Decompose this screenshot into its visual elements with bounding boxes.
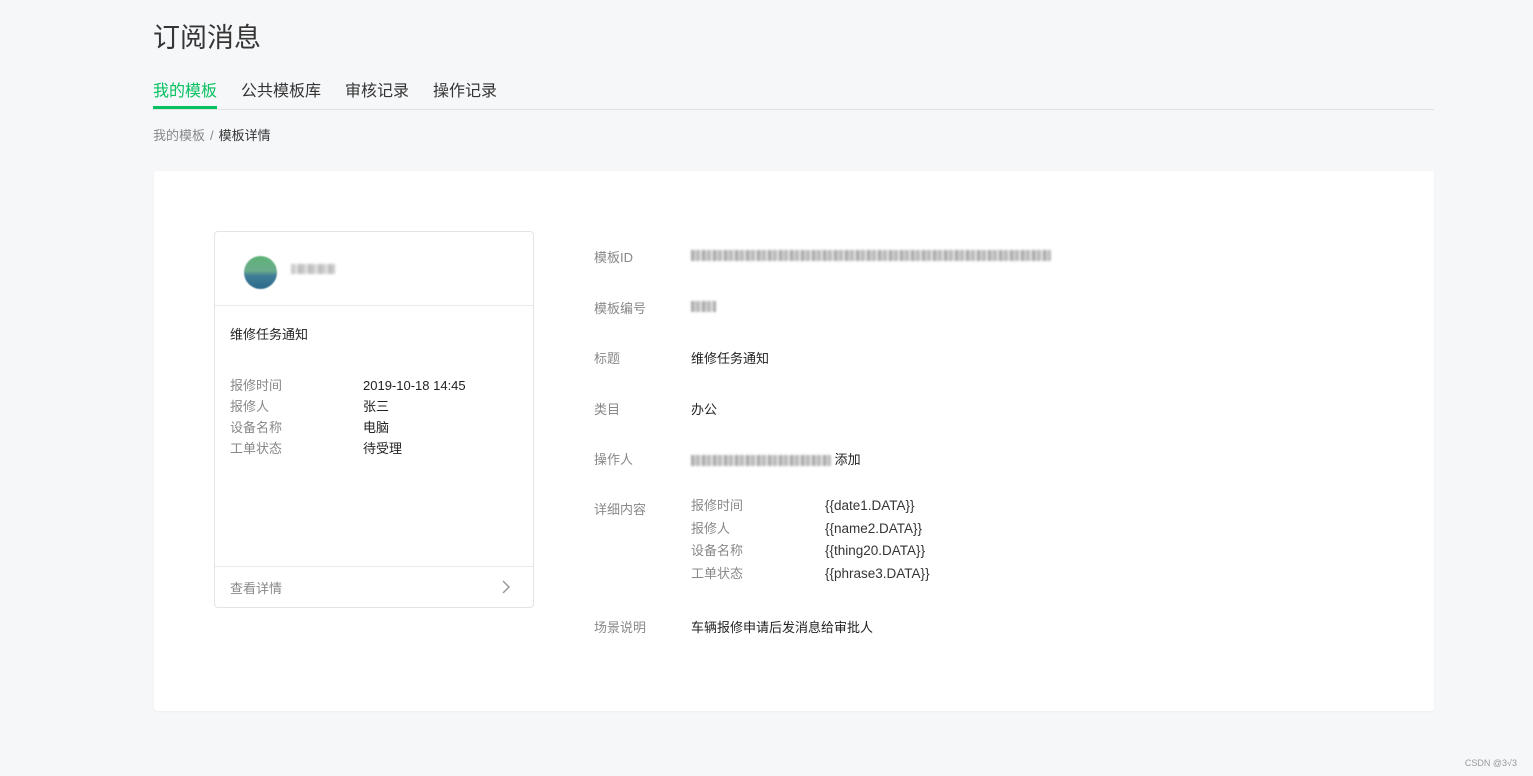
operator-label: 操作人 [594,452,634,467]
content-field-row: 设备名称 {{thing20.DATA}} [691,540,930,563]
tab-operation-records[interactable]: 操作记录 [433,80,497,109]
template-detail-card: 维修任务通知 报修时间 2019-10-18 14:45 报修人 张三 设备名称… [154,171,1434,711]
tab-my-templates[interactable]: 我的模板 [153,80,218,109]
avatar [244,256,277,289]
template-no-value-redacted [691,298,716,313]
breadcrumb-parent[interactable]: 我的模板 [153,128,205,143]
content-fields: 报修时间 {{date1.DATA}} 报修人 {{name2.DATA}} 设… [691,495,930,586]
breadcrumb-separator: / [210,128,214,143]
scene-label: 场景说明 [594,620,647,635]
view-detail-link[interactable]: 查看详情 [215,566,533,607]
scene-value: 车辆报修申请后发消息给审批人 [691,620,874,635]
operator-name-redacted [691,455,831,467]
preview-header [215,232,533,306]
title-label: 标题 [594,351,621,366]
page-title: 订阅消息 [153,23,261,53]
content-field-label: 报修时间 [691,498,744,513]
preview-field-value: 电脑 [363,420,390,435]
content-field-label: 工单状态 [691,566,744,582]
preview-field-value: 张三 [363,399,390,414]
operator-value: 添加 [691,449,861,468]
preview-field-label: 设备名称 [230,420,283,435]
content-field-value: {{name2.DATA}} [825,520,923,536]
tab-review-records[interactable]: 审核记录 [345,80,409,109]
content-field-value: {{date1.DATA}} [825,498,915,513]
breadcrumb: 我的模板 / 模板详情 [153,127,271,145]
content-field-row: 工单状态 {{phrase3.DATA}} [691,563,930,586]
category-value: 办公 [691,402,718,417]
view-detail-label: 查看详情 [230,581,283,596]
preview-field-label: 报修时间 [230,378,283,393]
preview-title: 维修任务通知 [230,327,309,342]
preview-field-row: 报修时间 2019-10-18 14:45 [230,375,520,396]
preview-field-label: 工单状态 [230,441,283,456]
template-id-label: 模板ID [594,250,634,265]
preview-field-value: 2019-10-18 14:45 [363,378,466,393]
content-field-row: 报修人 {{name2.DATA}} [691,518,930,541]
preview-field-label: 报修人 [230,399,270,414]
title-value: 维修任务通知 [691,351,770,366]
message-preview-card: 维修任务通知 报修时间 2019-10-18 14:45 报修人 张三 设备名称… [214,231,534,608]
tab-public-library[interactable]: 公共模板库 [241,80,321,109]
content-field-row: 报修时间 {{date1.DATA}} [691,495,930,518]
content-label: 详细内容 [594,502,647,517]
operator-suffix: 添加 [834,452,861,467]
tab-bar: 我的模板 公共模板库 审核记录 操作记录 [153,80,1434,110]
category-label: 类目 [594,402,621,417]
preview-fields: 报修时间 2019-10-18 14:45 报修人 张三 设备名称 电脑 工单状… [230,375,520,459]
preview-field-value: 待受理 [363,441,403,456]
preview-field-row: 报修人 张三 [230,396,520,417]
account-name-redacted [291,264,335,274]
preview-field-row: 工单状态 待受理 [230,438,520,459]
preview-field-row: 设备名称 电脑 [230,417,520,438]
content-field-label: 设备名称 [691,543,744,559]
content-field-value: {{thing20.DATA}} [825,543,926,559]
content-field-label: 报修人 [691,520,731,536]
breadcrumb-current: 模板详情 [218,128,271,143]
content-field-value: {{phrase3.DATA}} [825,566,930,582]
template-id-value-redacted [691,247,1051,262]
chevron-right-icon [502,580,511,594]
template-no-label: 模板编号 [594,301,647,316]
watermark: CSDN @3√3 [1464,758,1517,768]
